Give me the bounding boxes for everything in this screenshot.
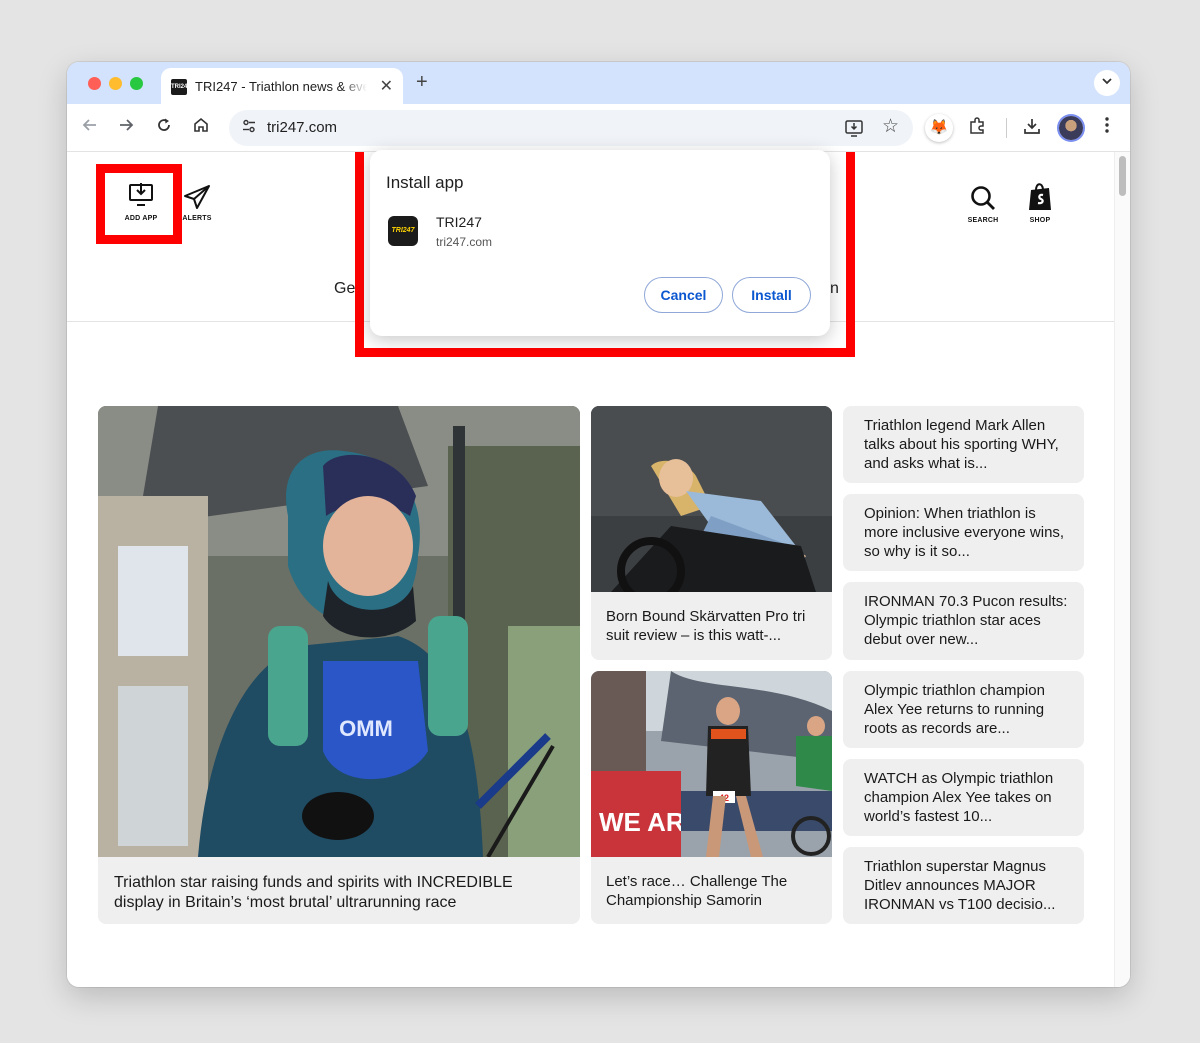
site-info-icon[interactable]: [239, 118, 259, 138]
article-card-challenge-samorin[interactable]: WE ARE 42 Let’s race… Challenge The Cham…: [591, 671, 832, 924]
new-tab-icon[interactable]: +: [416, 71, 428, 94]
downloads-icon[interactable]: [1020, 116, 1044, 140]
article-title-tri-suit: Born Bound Skärvatten Pro tri suit revie…: [606, 608, 806, 644]
toolbar-separator: [1006, 118, 1007, 138]
browser-window: TRI247 TRI247 - Triathlon news & events …: [67, 62, 1130, 987]
profile-avatar[interactable]: [1059, 116, 1083, 140]
shopping-bag-icon: [1029, 183, 1051, 210]
side-article-title: IRONMAN 70.3 Pucon results: Olympic tria…: [864, 593, 1068, 648]
install-app-icon[interactable]: [843, 117, 865, 139]
url-text: tri247.com: [267, 119, 338, 136]
extensions-icon[interactable]: [965, 116, 989, 140]
bookmark-star-icon[interactable]: ☆: [882, 116, 899, 138]
app-icon: TRI247: [388, 216, 418, 246]
featured-article-title: Triathlon star raising funds and spirits…: [114, 874, 513, 911]
nav-item-partial-left[interactable]: Ge: [334, 280, 355, 298]
browser-toolbar: tri247.com ☆ 🦊: [67, 104, 1130, 152]
tab-bar: TRI247 TRI247 - Triathlon news & events …: [67, 62, 1130, 104]
vest-logo-text: OMM: [339, 716, 393, 741]
side-article-card[interactable]: WATCH as Olympic triathlon champion Alex…: [843, 759, 1084, 836]
app-url: tri247.com: [436, 235, 493, 249]
article-image-challenge-samorin: WE ARE 42: [591, 671, 832, 857]
home-icon[interactable]: [189, 116, 213, 140]
article-title-challenge-samorin: Let’s race… Challenge The Championship S…: [606, 873, 788, 909]
side-article-card[interactable]: IRONMAN 70.3 Pucon results: Olympic tria…: [843, 582, 1084, 660]
close-window-button[interactable]: [88, 77, 101, 90]
search-button[interactable]: SEARCH: [965, 184, 1001, 224]
article-card-tri-suit[interactable]: Born Bound Skärvatten Pro tri suit revie…: [591, 406, 832, 660]
install-app-dialog: Install app TRI247 TRI247 tri247.com Can…: [370, 150, 830, 336]
search-icon: [971, 186, 995, 210]
alerts-label: ALERTS: [182, 215, 212, 222]
side-article-card[interactable]: Triathlon superstar Magnus Ditlev announ…: [843, 847, 1084, 924]
side-article-title: WATCH as Olympic triathlon champion Alex…: [864, 770, 1054, 825]
address-bar[interactable]: tri247.com ☆: [229, 110, 913, 146]
minimize-window-button[interactable]: [109, 77, 122, 90]
featured-article-card[interactable]: OMM Triathlon star raising funds and spi…: [98, 406, 580, 924]
install-button[interactable]: Install: [732, 277, 811, 313]
shop-label: SHOP: [1029, 217, 1051, 224]
maximize-window-button[interactable]: [130, 77, 143, 90]
paper-plane-icon: [184, 185, 210, 209]
side-article-title: Opinion: When triathlon is more inclusiv…: [864, 505, 1065, 560]
side-article-title: Triathlon superstar Magnus Ditlev announ…: [864, 858, 1056, 913]
search-label: SEARCH: [967, 217, 999, 224]
back-icon[interactable]: [78, 116, 102, 140]
metamask-extension-icon[interactable]: 🦊: [925, 114, 953, 142]
scrollbar-thumb[interactable]: [1119, 156, 1126, 196]
article-image-tri-suit: [591, 406, 832, 592]
reload-icon[interactable]: [152, 116, 176, 140]
tab-close-icon[interactable]: ✕: [380, 76, 393, 96]
app-name: TRI247: [436, 214, 482, 230]
tab-favicon: TRI247: [171, 79, 191, 95]
highlight-add-app: [96, 164, 182, 244]
tab-title: TRI247 - Triathlon news & events: [195, 79, 367, 94]
more-menu-icon[interactable]: [1095, 116, 1119, 140]
forward-icon[interactable]: [114, 116, 138, 140]
alerts-button[interactable]: ALERTS: [179, 184, 215, 222]
dialog-title: Install app: [386, 173, 464, 192]
side-article-title: Triathlon legend Mark Allen talks about …: [864, 417, 1059, 472]
featured-article-image: OMM: [98, 406, 580, 857]
side-article-card[interactable]: Opinion: When triathlon is more inclusiv…: [843, 494, 1084, 571]
tab-tri247[interactable]: TRI247 TRI247 - Triathlon news & events …: [161, 68, 403, 104]
shop-button[interactable]: SHOP: [1022, 182, 1058, 224]
side-article-card[interactable]: Olympic triathlon champion Alex Yee retu…: [843, 671, 1084, 748]
side-article-card[interactable]: Triathlon legend Mark Allen talks about …: [843, 406, 1084, 483]
cancel-button[interactable]: Cancel: [644, 277, 723, 313]
tab-search-menu-icon[interactable]: [1094, 70, 1120, 96]
side-article-title: Olympic triathlon champion Alex Yee retu…: [864, 682, 1045, 737]
page-scrollbar[interactable]: [1114, 152, 1130, 987]
